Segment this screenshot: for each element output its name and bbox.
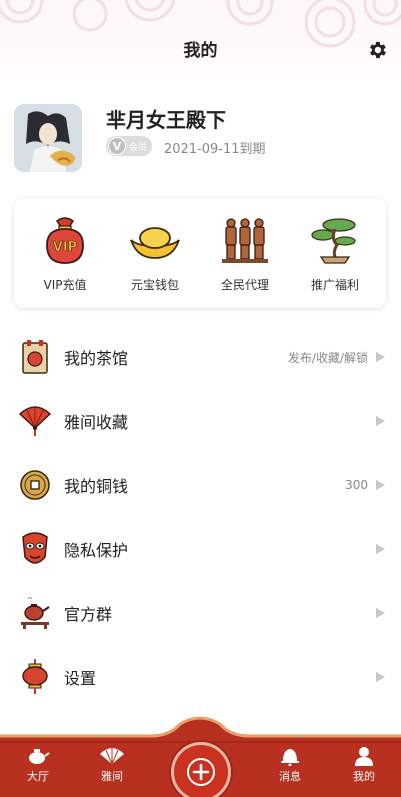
teapot-nav-icon [29,749,50,764]
promotion-bonus-label: 推广福利 [310,277,359,292]
vip-recharge-label: VIP充值 [43,277,87,292]
nav-label-private-room: 雅间 [101,770,123,783]
membership-badge: V 会员 [106,136,152,156]
bottom-nav-bar: 大厅 雅间 消息 我的 [0,716,401,797]
teapot-icon [18,594,52,632]
arrow-right-icon [376,352,385,362]
copper-coin-icon [18,466,52,504]
arrow-right-icon [376,672,385,682]
gear-icon [370,41,386,59]
menu-item-official-group[interactable]: 官方群 [0,581,401,645]
settings-button[interactable] [365,38,389,62]
copper-coin-count: 300 [345,478,368,492]
nav-label-hall: 大厅 [27,770,49,783]
menu-item-label: 我的茶馆 [64,349,129,368]
agent-program-button[interactable]: 全民代理 [205,214,285,293]
nav-item-mine[interactable]: 我的 [334,746,394,784]
page-header: 我的 [0,28,401,68]
nav-label-mine: 我的 [353,770,375,783]
promotion-bonus-button[interactable]: 推广福利 [295,214,375,293]
menu-item-my-copper-coins[interactable]: 我的铜钱 300 [0,453,401,517]
menu-item-settings[interactable]: 设置 [0,645,401,709]
page-title: 我的 [183,40,218,61]
nav-item-private-room[interactable]: 雅间 [82,746,142,784]
person-nav-icon [355,747,373,766]
vip-recharge-button[interactable]: VIP VIP充值 [25,214,105,293]
menu-item-label: 设置 [64,669,97,688]
menu-item-label: 隐私保护 [64,541,129,560]
arrow-right-icon [376,416,385,426]
agent-program-label: 全民代理 [220,277,269,292]
username: 芈月女王殿下 [106,108,226,132]
arrow-right-icon [376,608,385,618]
vip-v-icon: V [108,137,126,155]
menu-item-my-teahouse[interactable]: 我的茶馆 发布/收藏/解锁 [0,325,401,389]
menu-item-label: 我的铜钱 [64,477,129,496]
create-post-button[interactable] [171,742,231,797]
gold-ingot-icon [127,214,183,266]
menu-item-label: 官方群 [64,605,113,624]
arrow-right-icon [376,480,385,490]
avatar[interactable] [14,104,82,172]
menu-item-private-room-favorites[interactable]: 雅间收藏 [0,389,401,453]
nav-item-messages[interactable]: 消息 [260,746,320,784]
membership-badge-label: 会员 [129,142,148,153]
profile-section[interactable]: 芈月女王殿下 V 会员 2021-09-11到期 [14,100,394,180]
gold-wallet-label: 元宝钱包 [130,277,179,292]
svg-text:VIP: VIP [53,240,77,255]
menu-list: 我的茶馆 发布/收藏/解锁 雅间收藏 我的铜钱 300 隐私保护 官方群 设置 [0,325,401,709]
nav-item-hall[interactable]: 大厅 [8,746,68,784]
membership-expire-date: 2021-09-11到期 [164,142,266,157]
calendar-scroll-icon [18,338,52,376]
bell-icon [281,749,299,766]
plus-icon [187,758,215,786]
folding-fan-icon [18,402,52,440]
fan-nav-icon [100,748,124,765]
quick-actions-card: VIP VIP充值 元宝钱包 全民代理 推广福利 [14,198,386,308]
arrow-right-icon [376,544,385,554]
gold-wallet-button[interactable]: 元宝钱包 [115,214,195,293]
nav-label-messages: 消息 [279,770,301,783]
vip-bag-icon: VIP [37,214,93,266]
bonsai-tree-icon [307,214,363,266]
menu-item-extra: 发布/收藏/解锁 [287,350,368,365]
menu-item-privacy-protection[interactable]: 隐私保护 [0,517,401,581]
lantern-icon [18,658,52,696]
menu-item-label: 雅间收藏 [64,413,129,432]
opera-mask-icon [18,530,52,568]
terracotta-warriors-icon [217,214,273,266]
